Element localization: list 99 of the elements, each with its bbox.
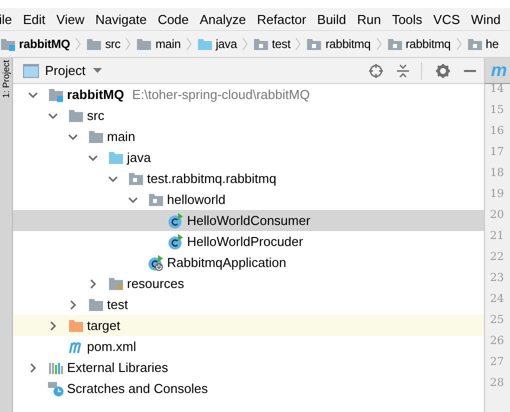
line-number: 21 bbox=[489, 228, 505, 244]
line-number: 27 bbox=[489, 354, 505, 370]
chevron-right-icon[interactable] bbox=[88, 278, 98, 288]
maven-icon bbox=[68, 340, 84, 354]
chevron-separator-icon bbox=[456, 36, 462, 52]
folder-icon bbox=[108, 150, 124, 164]
application-class-icon bbox=[148, 254, 164, 270]
breadcrumb-item[interactable]: test bbox=[272, 37, 290, 51]
chevron-down-icon[interactable] bbox=[28, 90, 38, 100]
chevron-right-icon[interactable] bbox=[28, 362, 38, 372]
line-number: 19 bbox=[489, 186, 505, 202]
chevron-down-icon[interactable] bbox=[88, 152, 98, 162]
line-number: 25 bbox=[489, 312, 505, 328]
menu-item[interactable]: View bbox=[56, 12, 84, 26]
menu-item[interactable]: Navigate bbox=[95, 12, 147, 26]
tree-item-label[interactable]: Scratches and Consoles bbox=[67, 381, 208, 396]
tree-item-label[interactable]: HelloWorldConsumer bbox=[187, 213, 310, 228]
tree-item-label[interactable]: target bbox=[87, 318, 120, 333]
chevron-separator-icon bbox=[295, 36, 302, 52]
line-number: 17 bbox=[489, 144, 505, 160]
chevron-down-icon[interactable] bbox=[128, 194, 138, 204]
line-number: 24 bbox=[489, 291, 505, 307]
menu-item[interactable]: Run bbox=[357, 12, 381, 26]
class-icon bbox=[168, 234, 184, 250]
tree-item-label[interactable]: test bbox=[107, 297, 128, 312]
locate-icon[interactable] bbox=[369, 64, 383, 78]
class-icon bbox=[168, 212, 184, 228]
module-folder-icon bbox=[48, 88, 64, 102]
folder-icon bbox=[88, 130, 104, 144]
tree-item-label[interactable]: test.rabbitmq.rabbitmq bbox=[147, 171, 276, 186]
tree-item-label[interactable]: External Libraries bbox=[67, 360, 168, 375]
chevron-down-icon[interactable] bbox=[108, 174, 118, 184]
package-icon bbox=[466, 37, 483, 51]
package-icon bbox=[128, 172, 144, 186]
tree-item-label[interactable]: resources bbox=[127, 276, 184, 291]
line-number: 28 bbox=[489, 375, 505, 391]
tree-item-label[interactable]: src bbox=[87, 108, 104, 123]
breadcrumb-item[interactable]: rabbitmq bbox=[325, 37, 371, 51]
folder-icon bbox=[86, 37, 102, 51]
chevron-separator-icon bbox=[186, 36, 192, 52]
chevron-right-icon[interactable] bbox=[68, 300, 78, 310]
chevron-separator-icon bbox=[75, 36, 82, 52]
tree-item-label[interactable]: RabbitmqApplication bbox=[167, 255, 286, 270]
package-icon bbox=[386, 37, 403, 51]
tree-item-label[interactable]: rabbitMQ bbox=[67, 87, 124, 102]
line-number: 22 bbox=[489, 249, 505, 265]
folder-icon bbox=[136, 37, 152, 51]
folder-icon bbox=[88, 298, 104, 312]
library-bars-icon bbox=[48, 360, 64, 374]
menu-item[interactable]: Refactor bbox=[257, 12, 306, 26]
scratch-clock-icon bbox=[48, 380, 64, 396]
panel-title[interactable]: Project bbox=[45, 63, 86, 78]
chevron-down-icon[interactable] bbox=[68, 132, 78, 142]
breadcrumb-item[interactable]: he bbox=[486, 37, 499, 51]
menu-item[interactable]: ile bbox=[0, 12, 12, 26]
module-path: E:\toher-spring-cloud\rabbitMQ bbox=[132, 87, 310, 102]
folder-icon bbox=[68, 318, 84, 332]
resources-folder-icon bbox=[108, 276, 124, 290]
menu-item[interactable]: Tools bbox=[392, 12, 422, 26]
menu-item[interactable]: VCS bbox=[433, 12, 460, 26]
chevron-separator-icon bbox=[125, 36, 132, 52]
menu-item[interactable]: Analyze bbox=[200, 12, 246, 26]
line-number: 26 bbox=[489, 333, 505, 349]
collapse-all-icon[interactable] bbox=[397, 64, 409, 78]
line-number: 15 bbox=[489, 102, 505, 118]
chevron-separator-icon bbox=[376, 36, 382, 52]
tree-item-label[interactable]: java bbox=[127, 150, 151, 165]
breadcrumb-item[interactable]: src bbox=[105, 37, 120, 51]
menu-item[interactable]: Code bbox=[158, 12, 189, 26]
chevron-down-icon[interactable] bbox=[48, 110, 58, 120]
menu-item[interactable]: Build bbox=[317, 12, 346, 26]
line-number: 14 bbox=[489, 81, 505, 97]
project-side-tab[interactable]: 1: Project bbox=[0, 58, 12, 100]
line-number: 16 bbox=[489, 123, 505, 139]
line-number: 23 bbox=[489, 270, 505, 286]
line-number: 20 bbox=[489, 207, 505, 223]
folder-icon bbox=[196, 37, 213, 51]
minimize-icon[interactable] bbox=[464, 70, 476, 72]
breadcrumb-item[interactable]: main bbox=[155, 37, 181, 51]
module-folder-icon bbox=[0, 37, 16, 51]
tree-item-label[interactable]: helloworld bbox=[167, 192, 226, 207]
dropdown-caret-icon[interactable] bbox=[93, 68, 102, 74]
tree-item-label[interactable]: HelloWorldProcuder bbox=[187, 234, 304, 249]
chevron-right-icon[interactable] bbox=[48, 320, 58, 330]
window-icon bbox=[23, 64, 39, 78]
package-icon bbox=[252, 37, 269, 51]
package-icon bbox=[148, 192, 164, 206]
menu-item[interactable]: Edit bbox=[23, 12, 46, 26]
tree-item-label[interactable]: pom.xml bbox=[87, 339, 136, 354]
chevron-separator-icon bbox=[242, 36, 248, 52]
line-number: 18 bbox=[489, 165, 505, 181]
menu-item[interactable]: Wind bbox=[471, 12, 501, 26]
settings-icon[interactable] bbox=[436, 64, 450, 78]
folder-icon bbox=[68, 108, 84, 122]
breadcrumb-item[interactable]: java bbox=[216, 37, 237, 51]
breadcrumb-item[interactable]: rabbitMQ bbox=[19, 37, 70, 51]
package-icon bbox=[306, 37, 322, 51]
breadcrumb-item[interactable]: rabbitmq bbox=[406, 37, 451, 51]
tree-item-label[interactable]: main bbox=[107, 129, 136, 144]
